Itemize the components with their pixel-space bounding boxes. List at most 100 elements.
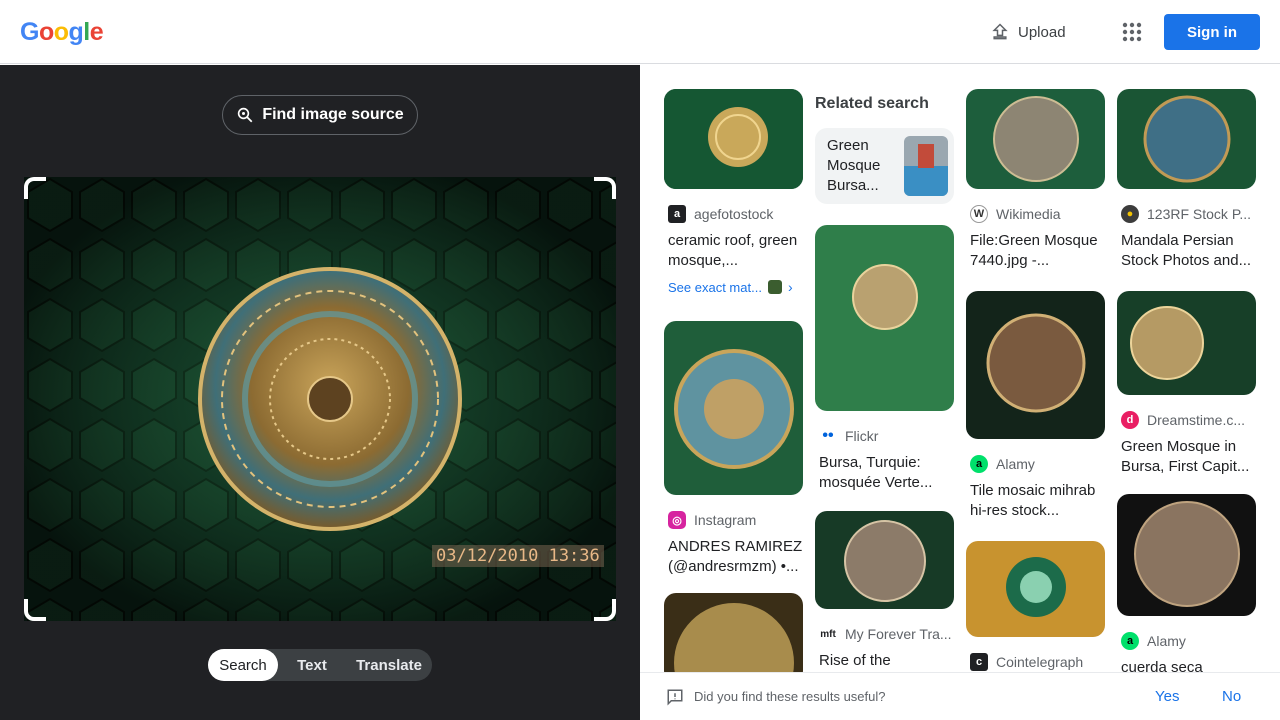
result-source: W Wikimedia [966, 205, 1105, 223]
crop-handle-bottom-left[interactable] [24, 599, 46, 621]
source-name: Alamy [996, 456, 1035, 472]
crop-handle-top-right[interactable] [594, 177, 616, 199]
result-source: ● 123RF Stock P... [1117, 205, 1256, 223]
result-thumbnail[interactable] [1117, 494, 1256, 616]
alamy-icon: a [1121, 632, 1139, 650]
logo-letter: o [38, 18, 54, 46]
result-card[interactable]: mft My Forever Tra... Rise of the [815, 511, 954, 671]
result-source: a Alamy [966, 455, 1105, 473]
feedback-no-button[interactable]: No [1222, 688, 1241, 705]
tab-search[interactable]: Search [208, 649, 278, 681]
result-thumbnail[interactable] [664, 321, 803, 495]
result-card[interactable]: a Alamy Tile mosaic mihrab hi-res stock.… [966, 291, 1105, 521]
crop-handle-bottom-right[interactable] [594, 599, 616, 621]
result-source: •• Flickr [815, 427, 954, 445]
upload-icon [992, 23, 1008, 40]
result-title[interactable]: Tile mosaic mihrab hi-res stock... [966, 481, 1105, 521]
logo-letter: o [53, 18, 69, 46]
result-title[interactable]: Bursa, Turquie: mosquée Verte... [815, 453, 954, 493]
see-exact-matches-link[interactable]: See exact mat... › [664, 279, 803, 295]
source-name: agefotostock [694, 206, 774, 222]
source-name: My Forever Tra... [845, 626, 952, 642]
result-thumbnail[interactable] [664, 89, 803, 189]
source-name: 123RF Stock P... [1147, 206, 1252, 222]
wikimedia-icon: W [970, 205, 988, 223]
source-name: Flickr [845, 428, 879, 444]
result-title[interactable]: Mandala Persian Stock Photos and... [1117, 231, 1256, 271]
logo-letter: e [89, 18, 104, 46]
result-thumbnail[interactable] [1117, 291, 1256, 395]
result-card[interactable]: a agefotostock ceramic roof, green mosqu… [664, 89, 803, 295]
upload-label: Upload [1018, 23, 1066, 41]
result-source: a Alamy [1117, 632, 1256, 650]
result-thumbnail[interactable] [966, 541, 1105, 637]
top-bar: Google Upload Sign in [0, 0, 1280, 64]
cointelegraph-icon: c [970, 653, 988, 671]
chevron-right-icon: › [787, 279, 793, 295]
result-source: d Dreamstime.c... [1117, 411, 1256, 429]
result-card[interactable]: •• Flickr Bursa, Turquie: mosquée Verte.… [815, 225, 954, 493]
result-source: mft My Forever Tra... [815, 625, 954, 643]
result-thumbnail[interactable] [664, 593, 803, 683]
related-search-thumbnail [904, 136, 948, 196]
result-thumbnail[interactable] [815, 225, 954, 411]
visual-matches-panel: a agefotostock ceramic roof, green mosqu… [640, 65, 1280, 720]
upload-button[interactable]: Upload [990, 18, 1066, 46]
find-source-label: Find image source [262, 106, 404, 123]
123rf-icon: ● [1121, 205, 1139, 223]
result-title[interactable]: ANDRES RAMIREZ (@andresrmzm) •... [664, 537, 803, 577]
result-thumbnail[interactable] [815, 511, 954, 609]
feedback-icon [667, 689, 683, 706]
exact-match-thumb [767, 280, 782, 294]
lens-search-icon [238, 107, 253, 123]
result-card[interactable]: c Cointelegraph [966, 541, 1105, 671]
logo-letter: G [20, 18, 39, 46]
instagram-icon: ◎ [668, 511, 686, 529]
result-source: a agefotostock [664, 205, 803, 223]
exact-matches-label: See exact mat... [668, 279, 762, 295]
result-card[interactable]: ◎ Instagram ANDRES RAMIREZ (@andresrmzm)… [664, 321, 803, 577]
apps-grid-icon[interactable] [1120, 20, 1144, 44]
tab-translate[interactable]: Translate [346, 649, 432, 681]
result-card[interactable] [664, 593, 803, 683]
agefotostock-icon: a [668, 205, 686, 223]
sign-in-button[interactable]: Sign in [1164, 14, 1260, 50]
source-name: Instagram [694, 512, 757, 528]
result-thumbnail[interactable] [1117, 89, 1256, 189]
image-preview-panel: Find image source 03/12/2010 13:36 Searc… [0, 65, 640, 720]
logo-letter: g [68, 18, 84, 46]
feedback-yes-button[interactable]: Yes [1155, 688, 1179, 705]
uploaded-image: 03/12/2010 13:36 [24, 177, 616, 621]
alamy-icon: a [970, 455, 988, 473]
result-title[interactable]: ceramic roof, green mosque,... [664, 231, 803, 271]
feedback-question: Did you find these results useful? [694, 689, 886, 704]
feedback-bar: Did you find these results useful? Yes N… [640, 672, 1280, 720]
result-thumbnail[interactable] [966, 89, 1105, 189]
source-name: Dreamstime.c... [1147, 412, 1246, 428]
result-source: c Cointelegraph [966, 653, 1105, 671]
result-card[interactable]: ● 123RF Stock P... Mandala Persian Stock… [1117, 89, 1256, 271]
result-source: ◎ Instagram [664, 511, 803, 529]
result-card[interactable]: d Dreamstime.c... Green Mosque in Bursa,… [1117, 291, 1256, 477]
result-card[interactable]: a Alamy cuerda seca [1117, 494, 1256, 678]
related-search-label: Green Mosque Bursa... [827, 137, 881, 194]
find-image-source-button[interactable]: Find image source [222, 95, 418, 135]
lens-mode-tabs: Search Text Translate [208, 649, 432, 681]
result-thumbnail[interactable] [966, 291, 1105, 439]
photo-timestamp: 03/12/2010 13:36 [432, 545, 604, 567]
source-name: Alamy [1147, 633, 1186, 649]
flickr-icon: •• [822, 427, 834, 444]
crop-handle-top-left[interactable] [24, 177, 46, 199]
related-search-heading: Related search [815, 95, 929, 112]
google-logo[interactable]: Google [20, 18, 104, 47]
result-card[interactable]: W Wikimedia File:Green Mosque 7440.jpg -… [966, 89, 1105, 271]
dreamstime-icon: d [1121, 411, 1139, 429]
result-title[interactable]: File:Green Mosque 7440.jpg -... [966, 231, 1105, 271]
source-name: Cointelegraph [996, 654, 1084, 670]
myforevertravel-icon: mft [820, 628, 836, 640]
result-title[interactable]: Green Mosque in Bursa, First Capit... [1117, 437, 1256, 477]
result-title[interactable]: Rise of the [815, 651, 954, 671]
related-search-chip[interactable]: Green Mosque Bursa... [815, 128, 954, 204]
tab-text[interactable]: Text [278, 649, 346, 681]
source-name: Wikimedia [996, 206, 1061, 222]
